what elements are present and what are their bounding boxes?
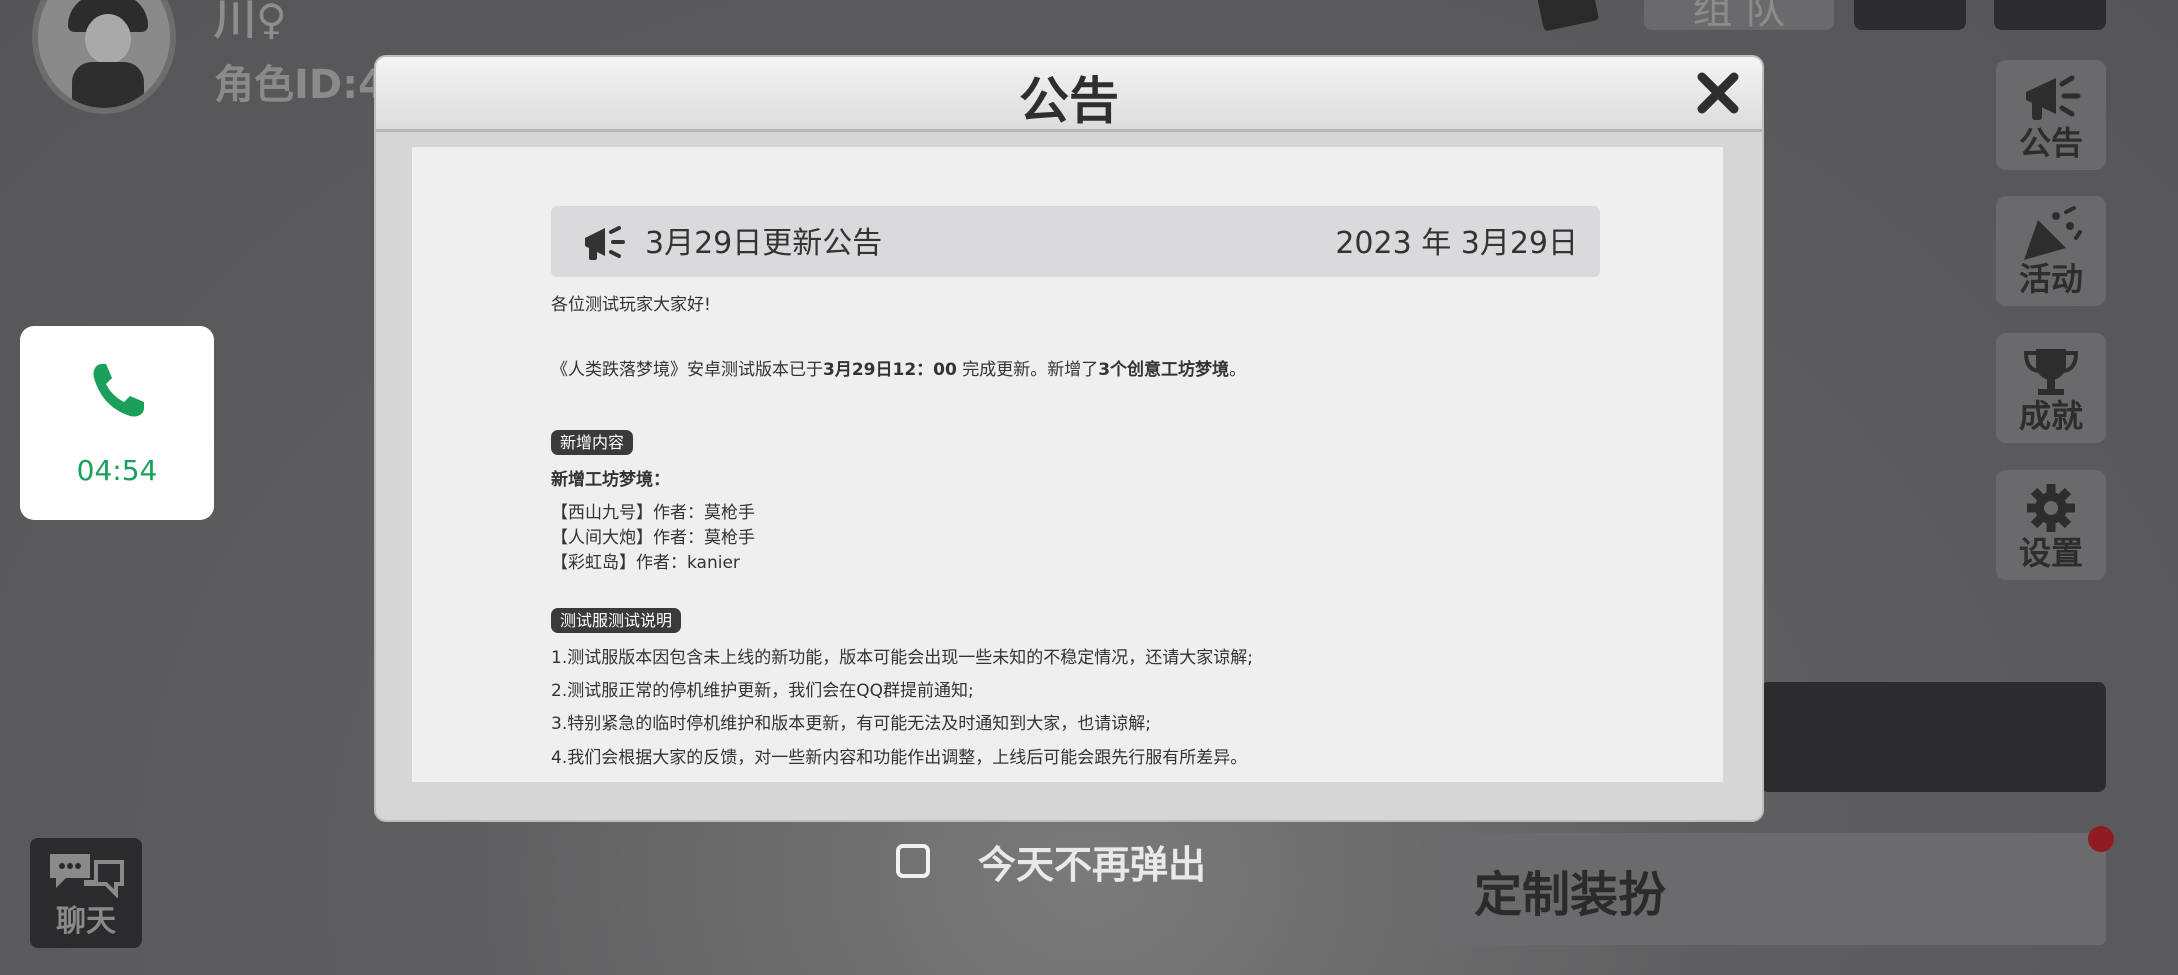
menu-button[interactable] (1994, 0, 2106, 30)
modal-header: 公告 (376, 57, 1762, 132)
side-button-events[interactable]: 活动 (1996, 196, 2106, 306)
test-notes-tag: 测试服测试说明 (551, 608, 682, 633)
chat-icon (50, 854, 124, 898)
side-button-announcement[interactable]: 公告 (1996, 60, 2106, 170)
announcement-modal: 公告 3月29日更新公告 2023 年 3月29日 各位测试玩家大家好! 《人类… (376, 57, 1762, 820)
flag-button[interactable] (1854, 0, 1966, 30)
intro-text: 《人类跌落梦境》安卓测试版本已于3月29日12：00 完成更新。新增了3个创意工… (551, 355, 1246, 380)
workshop-item: 【彩虹岛】作者：kanier (551, 553, 740, 573)
side-button-label: 活动 (2018, 260, 2083, 298)
announcement-content[interactable]: 3月29日更新公告 2023 年 3月29日 各位测试玩家大家好! 《人类跌落梦… (412, 147, 1723, 782)
call-duration: 04:54 (76, 454, 158, 487)
greeting-text: 各位测试玩家大家好! (551, 295, 711, 315)
team-button[interactable]: 组 队 (1644, 0, 1834, 33)
hud-panel (1760, 682, 2106, 792)
chat-button[interactable]: 聊天 (30, 838, 142, 948)
workshop-item: 【西山九号】作者：莫枪手 (551, 503, 755, 523)
call-widget[interactable]: 04:54 (20, 326, 214, 520)
avatar-head (85, 14, 131, 64)
intro-part: 《人类跌落梦境》安卓测试版本已于 (551, 360, 823, 380)
notice-title: 3月29日更新公告 (645, 226, 883, 261)
test-note: 2.测试服正常的停机维护更新，我们会在QQ群提前通知; (551, 681, 974, 701)
chat-button-label: 聊天 (56, 904, 116, 939)
notification-dot (2088, 826, 2114, 852)
test-note: 4.我们会根据大家的反馈，对一些新内容和功能作出调整，上线后可能会跟先行服有所差… (551, 748, 1248, 768)
side-button-label: 公告 (2018, 124, 2083, 162)
side-button-label: 成就 (2018, 397, 2083, 435)
workshop-item: 【人间大炮】作者：莫枪手 (551, 528, 755, 548)
custom-outfit-label: 定制装扮 (1474, 867, 1667, 923)
new-workshop-heading: 新增工坊梦境： (551, 470, 670, 490)
custom-outfit-button[interactable]: 定制装扮 (1434, 833, 2106, 945)
megaphone-icon (585, 226, 625, 260)
modal-title: 公告 (1019, 72, 1119, 130)
new-content-tag: 新增内容 (551, 430, 634, 455)
intro-part: 。 (1229, 360, 1247, 380)
team-button-label: 组 队 (1692, 0, 1786, 33)
side-button-achievements[interactable]: 成就 (1996, 333, 2106, 443)
notice-date: 2023 年 3月29日 (1335, 226, 1578, 261)
player-name: 川♀ (214, 0, 287, 44)
new-dream-count: 3个创意工坊梦境 (1098, 360, 1230, 380)
avatar-body (72, 62, 144, 108)
side-button-label: 设置 (2018, 534, 2083, 572)
dont-show-label[interactable]: 今天不再弹出 (978, 834, 1206, 889)
test-note: 1.测试服版本因包含未上线的新功能，版本可能会出现一些未知的不稳定情况，还请大家… (551, 648, 1253, 668)
dont-show-checkbox[interactable] (896, 844, 930, 878)
test-note: 3.特别紧急的临时停机维护和版本更新，有可能无法及时通知到大家，也请谅解; (551, 714, 1151, 734)
side-button-settings[interactable]: 设置 (1996, 470, 2106, 580)
update-time: 3月29日12：00 (823, 360, 957, 380)
phone-icon (93, 364, 144, 417)
notice-header: 3月29日更新公告 2023 年 3月29日 (551, 206, 1600, 277)
intro-part: 完成更新。新增了 (956, 360, 1099, 380)
close-icon[interactable] (1694, 69, 1742, 117)
